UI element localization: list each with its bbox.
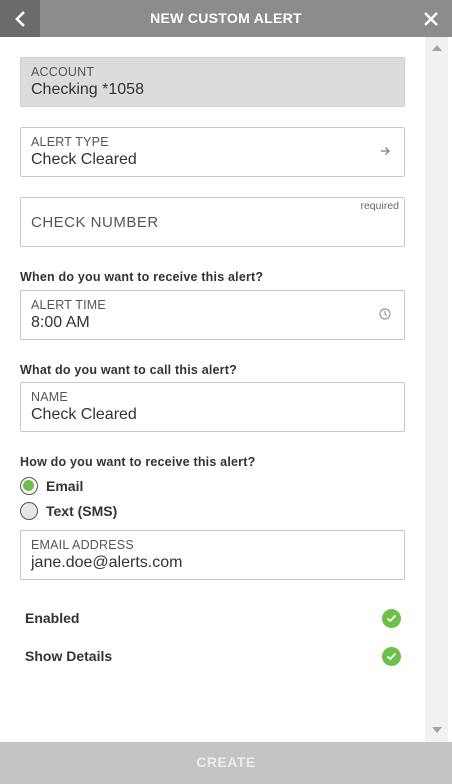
vertical-scrollbar[interactable]: [425, 37, 448, 742]
alert-type-value: Check Cleared: [31, 151, 137, 168]
required-indicator: required: [360, 200, 399, 212]
email-address-value: jane.doe@alerts.com: [31, 554, 183, 571]
checkmark-icon: [386, 614, 397, 622]
dialog-footer: CREATE: [0, 742, 452, 784]
close-button[interactable]: [418, 6, 444, 32]
enabled-label: Enabled: [25, 610, 80, 626]
email-radio-label: Email: [46, 478, 84, 494]
check-number-field[interactable]: required CHECK NUMBER: [20, 197, 405, 247]
checkmark-icon: [386, 652, 397, 660]
alert-type-field[interactable]: ALERT TYPE Check Cleared: [20, 127, 405, 177]
alert-type-label: ALERT TYPE: [31, 135, 109, 149]
email-address-field[interactable]: EMAIL ADDRESS jane.doe@alerts.com: [20, 530, 405, 580]
close-icon: [424, 12, 438, 26]
show-details-row: Show Details: [25, 645, 401, 667]
clock-icon: [378, 307, 392, 321]
back-button[interactable]: [0, 0, 40, 37]
dialog-title: NEW CUSTOM ALERT: [150, 10, 302, 26]
sms-radio-label: Text (SMS): [46, 503, 118, 519]
name-question: What do you want to call this alert?: [20, 363, 237, 377]
delivery-question: How do you want to receive this alert?: [20, 455, 256, 469]
alert-name-field[interactable]: NAME Check Cleared: [20, 382, 405, 432]
time-question: When do you want to receive this alert?: [20, 270, 264, 284]
alert-time-value: 8:00 AM: [31, 314, 90, 331]
account-label: ACCOUNT: [31, 65, 95, 79]
enabled-row: Enabled: [25, 607, 401, 629]
create-button[interactable]: CREATE: [0, 742, 452, 784]
dialog-header: NEW CUSTOM ALERT: [0, 0, 452, 37]
show-details-check-toggle[interactable]: [382, 646, 401, 666]
email-radio[interactable]: [20, 477, 38, 495]
alert-time-field[interactable]: ALERT TIME 8:00 AM: [20, 290, 405, 340]
account-field: ACCOUNT Checking *1058: [20, 57, 405, 107]
chevron-left-icon: [15, 10, 25, 27]
scroll-up-arrow-icon[interactable]: [432, 45, 442, 51]
show-details-label: Show Details: [25, 648, 113, 664]
check-number-placeholder: CHECK NUMBER: [31, 214, 159, 231]
email-radio-option[interactable]: Email: [20, 476, 83, 496]
sms-radio-option[interactable]: Text (SMS): [20, 501, 117, 521]
arrow-right-icon: [378, 144, 392, 158]
enabled-check-toggle[interactable]: [382, 608, 401, 628]
alert-name-value: Check Cleared: [31, 406, 137, 423]
email-address-label: EMAIL ADDRESS: [31, 538, 134, 552]
window-edge: [448, 37, 452, 784]
scroll-down-arrow-icon[interactable]: [432, 727, 442, 733]
account-value: Checking *1058: [31, 81, 144, 98]
sms-radio[interactable]: [20, 502, 38, 520]
alert-time-label: ALERT TIME: [31, 298, 106, 312]
form-content: ACCOUNT Checking *1058 ALERT TYPE Check …: [0, 37, 425, 742]
alert-name-label: NAME: [31, 390, 68, 404]
